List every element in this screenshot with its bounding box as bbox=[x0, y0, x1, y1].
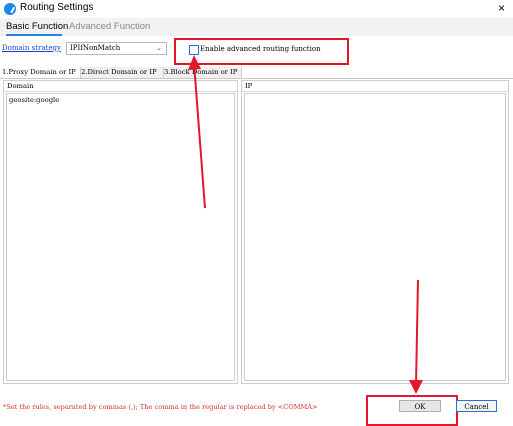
close-icon[interactable]: × bbox=[498, 1, 505, 15]
rules-hint: *Set the rules, separated by commas (,);… bbox=[3, 403, 318, 411]
ok-button[interactable]: OK bbox=[399, 400, 441, 412]
tab-proxy-domain-or-ip[interactable]: 1.Proxy Domain or IP bbox=[2, 67, 79, 78]
domain-strategy-link[interactable]: Domain strategy bbox=[2, 44, 61, 52]
domain-strategy-value: IPIfNonMatch bbox=[70, 44, 121, 52]
ip-textarea[interactable] bbox=[244, 93, 506, 381]
domain-textarea[interactable]: geosite:google bbox=[6, 93, 235, 381]
title-bar: Routing Settings × bbox=[0, 0, 513, 18]
domain-header: Domain bbox=[4, 81, 237, 92]
advanced-routing-checkbox[interactable] bbox=[189, 45, 199, 55]
main-tabs: Basic Function Advanced Function bbox=[0, 18, 513, 36]
app-icon bbox=[4, 3, 16, 15]
tab-advanced-function[interactable]: Advanced Function bbox=[69, 21, 150, 32]
advanced-routing-label: Enable advanced routing function bbox=[200, 45, 321, 53]
tab-basic-function[interactable]: Basic Function bbox=[6, 21, 68, 32]
ip-header: IP bbox=[242, 81, 508, 92]
window-title: Routing Settings bbox=[20, 2, 94, 13]
domain-strategy-select[interactable]: IPIfNonMatch ⌄ bbox=[66, 42, 167, 55]
ip-panel: IP bbox=[241, 80, 509, 384]
tab-block-domain-or-ip[interactable]: 3.Block Domain or IP bbox=[163, 67, 242, 78]
cancel-button[interactable]: Cancel bbox=[456, 400, 497, 412]
tab-direct-domain-or-ip[interactable]: 2.Direct Domain or IP bbox=[80, 67, 163, 78]
active-tab-indicator bbox=[6, 34, 62, 36]
domain-panel: Domain geosite:google bbox=[3, 80, 238, 384]
chevron-down-icon: ⌄ bbox=[156, 44, 162, 52]
